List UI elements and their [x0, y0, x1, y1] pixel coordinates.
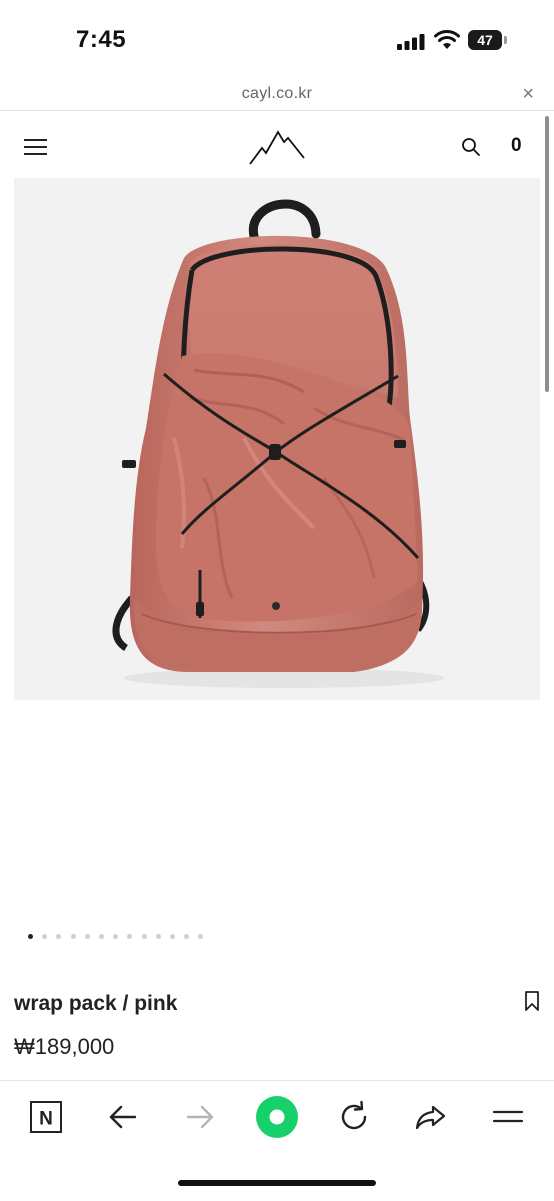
carousel-dot[interactable]	[70, 934, 76, 939]
cart-count[interactable]: 0	[511, 135, 522, 157]
carousel-dot[interactable]	[170, 934, 175, 939]
refresh-icon[interactable]	[332, 1095, 376, 1139]
signal-icon	[397, 34, 425, 50]
carousel-dot[interactable]	[198, 934, 204, 939]
product-name: wrap pack / pink	[14, 992, 178, 1015]
close-icon[interactable]: ×	[522, 83, 534, 105]
forward-arrow-icon[interactable]	[178, 1095, 222, 1139]
wifi-icon	[434, 30, 460, 49]
backpack-illustration	[112, 199, 444, 688]
carousel-dot[interactable]	[184, 934, 190, 939]
green-dot-icon[interactable]	[255, 1095, 299, 1139]
status-time: 7:45	[76, 26, 127, 53]
menu-icon[interactable]	[486, 1095, 530, 1139]
carousel-dot[interactable]	[42, 934, 48, 939]
carousel-dot[interactable]	[28, 934, 33, 939]
hamburger-menu-icon[interactable]	[24, 139, 48, 157]
battery-level: 47	[468, 30, 502, 50]
carousel-dot[interactable]	[141, 934, 147, 939]
site-header: 0	[0, 112, 554, 178]
product-image[interactable]	[14, 178, 540, 700]
home-indicator[interactable]	[178, 1180, 376, 1186]
scrollbar[interactable]	[545, 116, 549, 392]
search-icon[interactable]	[461, 137, 481, 157]
product-price: ₩189,000	[14, 1034, 115, 1059]
mountain-logo-icon[interactable]	[248, 128, 306, 166]
back-arrow-icon[interactable]	[101, 1095, 145, 1139]
status-bar: 7:45 47	[0, 0, 554, 80]
carousel-dot[interactable]	[84, 934, 90, 939]
carousel-dot[interactable]	[155, 934, 161, 939]
url-text[interactable]: cayl.co.kr	[0, 85, 554, 103]
carousel-dot[interactable]	[127, 934, 133, 939]
carousel-dot[interactable]	[56, 934, 62, 939]
battery-icon: 47	[468, 30, 510, 52]
carousel-dot[interactable]	[113, 934, 119, 939]
carousel-dot[interactable]	[99, 934, 104, 939]
url-bar[interactable]: cayl.co.kr ×	[0, 80, 554, 111]
naver-n-icon[interactable]: N	[24, 1095, 68, 1139]
share-icon[interactable]	[409, 1095, 453, 1139]
naver-n-label: N	[39, 1109, 53, 1130]
bookmark-icon[interactable]	[523, 990, 541, 1012]
